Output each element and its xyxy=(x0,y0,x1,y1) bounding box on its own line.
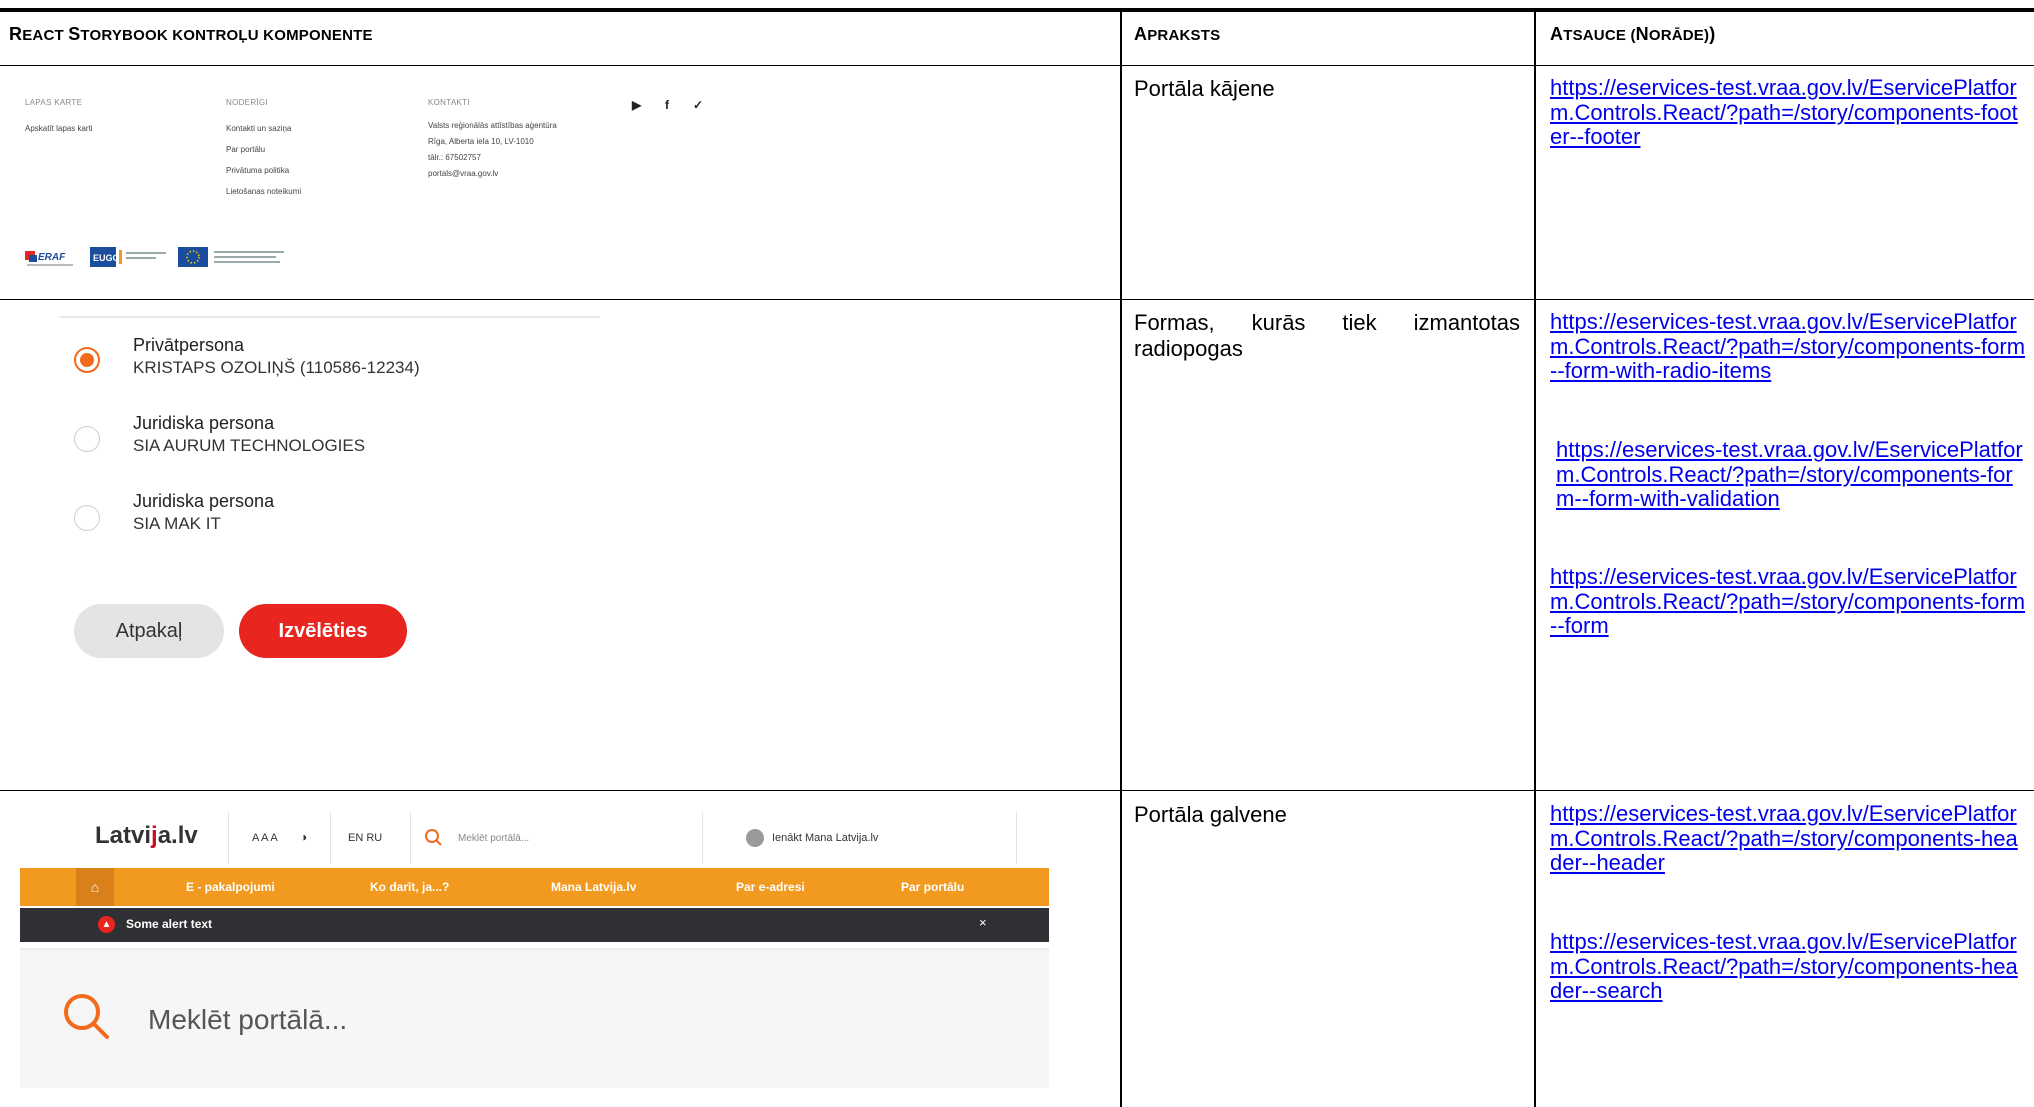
contrast-icon[interactable]: ◑ xyxy=(300,830,307,844)
divider xyxy=(410,812,411,864)
header-reference: ATSAUCE (NORĀDE)) xyxy=(1550,24,1716,44)
radio-button[interactable] xyxy=(74,505,100,531)
reference-link[interactable]: https://eservices-test.vraa.gov.lv/Eserv… xyxy=(1556,437,2026,512)
divider xyxy=(1016,812,1017,864)
radio-subtitle: SIA MAK IT xyxy=(133,514,221,533)
footer-contact: tālr.: 67502757 xyxy=(428,153,481,162)
radio-subtitle: KRISTAPS OZOLIŅŠ (110586-12234) xyxy=(133,358,420,377)
eraf-logo: ERAF xyxy=(25,245,77,269)
reference-link[interactable]: https://eservices-test.vraa.gov.lv/Eserv… xyxy=(1550,801,2026,876)
nav-item[interactable]: Par portālu xyxy=(901,880,964,894)
column-divider xyxy=(1534,12,1536,1107)
radio-button[interactable] xyxy=(74,426,100,452)
close-icon[interactable]: × xyxy=(979,915,987,930)
reference-link[interactable]: https://eservices-test.vraa.gov.lv/Eserv… xyxy=(1550,309,2026,384)
footer-link[interactable]: Apskatīt lapas karti xyxy=(25,118,93,139)
footer-contact: Valsts reģionālās attīstības aģentūra xyxy=(428,121,557,130)
row-divider xyxy=(0,299,2034,300)
radio-title: Juridiska persona xyxy=(133,413,275,433)
footer-heading: NODERĪGI xyxy=(226,98,268,107)
alert-text: Some alert text xyxy=(126,917,213,931)
back-button[interactable]: Atpakaļ xyxy=(74,604,224,658)
table-top-border xyxy=(0,8,2034,12)
twitter-icon[interactable]: ✓ xyxy=(693,98,703,112)
eugo-logo: EUGO xyxy=(90,245,170,269)
search-input[interactable]: Meklēt portālā... xyxy=(458,833,529,844)
header-description: APRAKSTS xyxy=(1134,24,1221,44)
home-icon[interactable]: ⌂ xyxy=(76,868,114,906)
search-icon[interactable] xyxy=(62,992,112,1047)
login-link[interactable]: Ienākt Mana Latvija.lv xyxy=(772,832,878,844)
row-divider xyxy=(0,790,2034,791)
divider xyxy=(228,812,229,864)
search-icon[interactable] xyxy=(424,828,444,853)
footer-link[interactable]: Kontakti un saziņa xyxy=(226,118,291,139)
facebook-icon[interactable]: f xyxy=(665,98,669,112)
main-nav xyxy=(20,868,1049,906)
divider xyxy=(60,316,600,318)
svg-text:ERAF: ERAF xyxy=(38,252,66,263)
warning-icon: ▲ xyxy=(98,916,115,933)
nav-item[interactable]: Par e-adresi xyxy=(736,880,805,894)
column-divider xyxy=(1120,12,1122,1107)
latvija-logo[interactable]: Latvija.lv xyxy=(95,822,198,850)
reference-link[interactable]: https://eservices-test.vraa.gov.lv/Eserv… xyxy=(1550,564,2026,639)
footer-link[interactable]: Lietošanas noteikumi xyxy=(226,181,301,202)
row-description: Formas, kurās tiek izmantotas radiopogas xyxy=(1134,310,1520,361)
reference-link[interactable]: https://eservices-test.vraa.gov.lv/Eserv… xyxy=(1550,929,2026,1004)
radio-button[interactable] xyxy=(74,347,100,373)
search-input[interactable]: Meklēt portālā... xyxy=(148,1004,347,1036)
user-icon xyxy=(746,829,764,847)
divider xyxy=(330,812,331,864)
row-description: Portāla galvene xyxy=(1134,802,1287,827)
row-divider xyxy=(0,65,2034,66)
radio-title: Juridiska persona xyxy=(133,491,275,511)
footer-link[interactable]: Par portālu xyxy=(226,139,265,160)
footer-link[interactable]: Privātuma politika xyxy=(226,160,289,181)
divider xyxy=(702,812,703,864)
font-size-control[interactable]: A A A xyxy=(252,832,278,844)
radio-title: Privātpersona xyxy=(133,335,245,355)
svg-text:EUGO: EUGO xyxy=(93,253,120,263)
radio-subtitle: SIA AURUM TECHNOLOGIES xyxy=(133,436,366,455)
row-description: Portāla kājene xyxy=(1134,76,1275,101)
footer-heading: KONTAKTI xyxy=(428,98,470,107)
header-component: REACT STORYBOOK KONTROĻU KOMPONENTE xyxy=(9,24,373,44)
nav-item[interactable]: E - pakalpojumi xyxy=(186,880,275,894)
youtube-icon[interactable]: ▶ xyxy=(632,98,641,112)
nav-item[interactable]: Ko darīt, ja...? xyxy=(370,880,449,894)
language-switcher[interactable]: EN RU xyxy=(348,832,382,844)
choose-button[interactable]: Izvēlēties xyxy=(239,604,407,658)
nav-item[interactable]: Mana Latvija.lv xyxy=(551,880,636,894)
footer-heading: LAPAS KARTE xyxy=(25,98,83,107)
reference-link[interactable]: https://eservices-test.vraa.gov.lv/Eserv… xyxy=(1550,75,2026,150)
footer-contact: Rīga, Alberta iela 10, LV-1010 xyxy=(428,137,534,146)
eu-logo xyxy=(178,245,296,269)
footer-contact[interactable]: portals@vraa.gov.lv xyxy=(428,166,498,182)
